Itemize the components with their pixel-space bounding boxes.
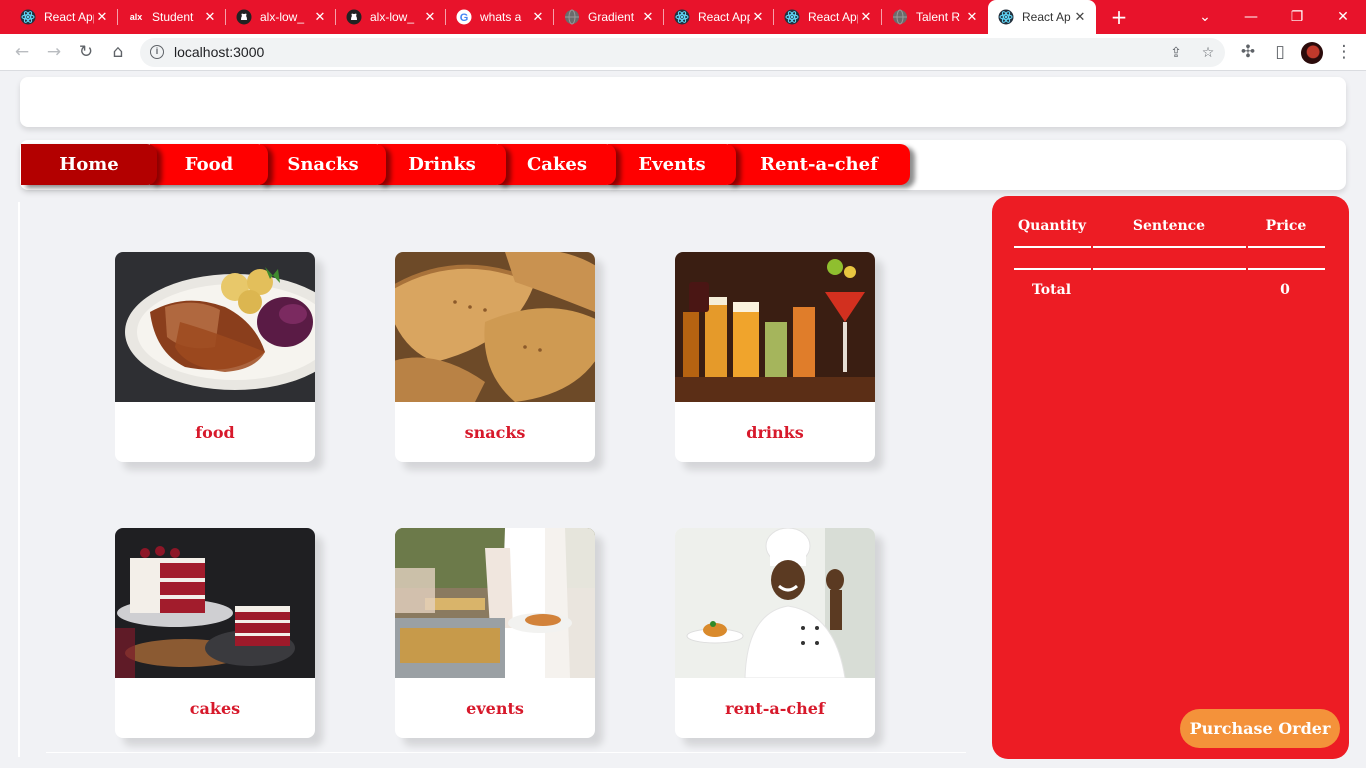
divider — [46, 752, 966, 753]
category-label: food — [195, 422, 235, 442]
category-card-cakes[interactable]: cakes — [115, 528, 315, 738]
nav-events[interactable]: Events — [608, 144, 736, 185]
close-icon[interactable]: ✕ — [202, 9, 218, 25]
reload-icon[interactable]: ↻ — [74, 40, 98, 64]
category-label: events — [466, 698, 524, 718]
tab-search-icon[interactable]: ⌄ — [1182, 0, 1228, 34]
order-total-value: 0 — [1280, 282, 1290, 298]
close-icon[interactable]: ✕ — [1072, 9, 1088, 25]
svg-text:G: G — [460, 12, 469, 24]
address-bar[interactable]: i localhost:3000 ⇪ ☆ — [140, 38, 1225, 67]
category-card-snacks[interactable]: snacks — [395, 252, 595, 462]
category-card-drinks[interactable]: drinks — [675, 252, 875, 462]
address-toolbar: ← → ↻ ⌂ i localhost:3000 ⇪ ☆ ✣ ▯ ⋮ — [0, 34, 1366, 71]
header-bar — [20, 77, 1346, 127]
cocktails-photo — [675, 252, 875, 402]
side-panel-icon[interactable]: ▯ — [1268, 40, 1292, 64]
browser-tab[interactable]: alx-low_ ✕ — [226, 0, 336, 34]
bookmark-star-icon[interactable]: ☆ — [1198, 43, 1218, 63]
order-panel — [992, 196, 1349, 759]
browser-tab[interactable]: Talent R ✕ — [882, 0, 988, 34]
google-icon: G — [456, 9, 472, 25]
share-icon[interactable]: ⇪ — [1166, 43, 1186, 63]
pastries-photo — [395, 252, 595, 402]
react-icon — [998, 9, 1014, 25]
order-header-sentence: Sentence — [1132, 218, 1206, 234]
new-tab-button[interactable]: + — [1108, 6, 1130, 28]
table-divider — [1248, 268, 1325, 270]
chef-photo — [675, 528, 875, 678]
purchase-order-button[interactable]: Purchase Order — [1180, 709, 1340, 748]
close-icon[interactable]: ✕ — [964, 9, 980, 25]
restore-icon[interactable]: ❐ — [1274, 0, 1320, 34]
site-info-icon[interactable]: i — [150, 45, 164, 59]
divider — [18, 202, 20, 757]
close-icon[interactable]: ✕ — [422, 9, 438, 25]
category-card-events[interactable]: events — [395, 528, 595, 738]
red-velvet-cake-photo — [115, 528, 315, 678]
order-header-price: Price — [1265, 218, 1307, 234]
back-arrow-icon[interactable]: ← — [10, 40, 34, 64]
browser-tab-active[interactable]: React Ap ✕ — [988, 0, 1096, 34]
home-icon[interactable]: ⌂ — [106, 40, 130, 64]
alx-icon: alx — [129, 12, 143, 22]
menu-dots-icon[interactable]: ⋮ — [1332, 40, 1356, 64]
browser-tab[interactable]: alx-low_ ✕ — [336, 0, 446, 34]
globe-icon — [892, 9, 908, 25]
browser-tab[interactable]: Gradient ✕ — [554, 0, 664, 34]
forward-arrow-icon[interactable]: → — [42, 40, 66, 64]
table-divider — [1014, 246, 1091, 248]
buffet-catering-photo — [395, 528, 595, 678]
table-divider — [1093, 246, 1246, 248]
browser-tab[interactable]: React App ✕ — [774, 0, 882, 34]
close-icon[interactable]: ✕ — [640, 9, 656, 25]
close-icon[interactable]: ✕ — [530, 9, 546, 25]
nav-snacks[interactable]: Snacks — [260, 144, 386, 185]
url-text[interactable]: localhost:3000 — [174, 44, 264, 60]
react-icon — [674, 9, 690, 25]
close-icon[interactable]: ✕ — [750, 9, 766, 25]
minimize-icon[interactable]: — — [1228, 0, 1274, 34]
browser-tab-strip: React App ✕ alx Student ✕ alx-low_ ✕ alx… — [0, 0, 1366, 34]
close-icon[interactable]: ✕ — [858, 9, 874, 25]
nav-cakes[interactable]: Cakes — [498, 144, 616, 185]
category-label: cakes — [189, 698, 241, 718]
browser-tab[interactable]: React App ✕ — [10, 0, 118, 34]
browser-tab[interactable]: alx Student ✕ — [118, 0, 226, 34]
category-label: drinks — [746, 422, 804, 442]
globe-icon — [564, 9, 580, 25]
close-icon[interactable]: ✕ — [94, 9, 110, 25]
category-card-food[interactable]: food — [115, 252, 315, 462]
extensions-icon[interactable]: ✣ — [1236, 40, 1260, 64]
close-icon[interactable]: ✕ — [312, 9, 328, 25]
roast-meat-plate-photo — [115, 252, 315, 402]
category-label: rent-a-chef — [725, 698, 825, 718]
nav-food[interactable]: Food — [150, 144, 268, 185]
close-window-icon[interactable]: ✕ — [1320, 0, 1366, 34]
browser-tab[interactable]: G whats a ✕ — [446, 0, 554, 34]
category-card-rent-a-chef[interactable]: rent-a-chef — [675, 528, 875, 738]
table-divider — [1014, 268, 1091, 270]
order-total-label: Total — [1032, 282, 1072, 298]
nav-home[interactable]: Home — [21, 144, 157, 185]
browser-tab[interactable]: React App ✕ — [664, 0, 774, 34]
react-icon — [20, 9, 36, 25]
react-icon — [784, 9, 800, 25]
nav-drinks[interactable]: Drinks — [378, 144, 506, 185]
github-icon — [346, 9, 362, 25]
profile-avatar[interactable] — [1301, 42, 1323, 64]
order-header-quantity: Quantity — [1017, 218, 1086, 234]
table-divider — [1248, 246, 1325, 248]
github-icon — [236, 9, 252, 25]
table-divider — [1093, 268, 1246, 270]
nav-rent-a-chef[interactable]: Rent-a-chef — [728, 144, 910, 185]
category-label: snacks — [464, 422, 526, 442]
